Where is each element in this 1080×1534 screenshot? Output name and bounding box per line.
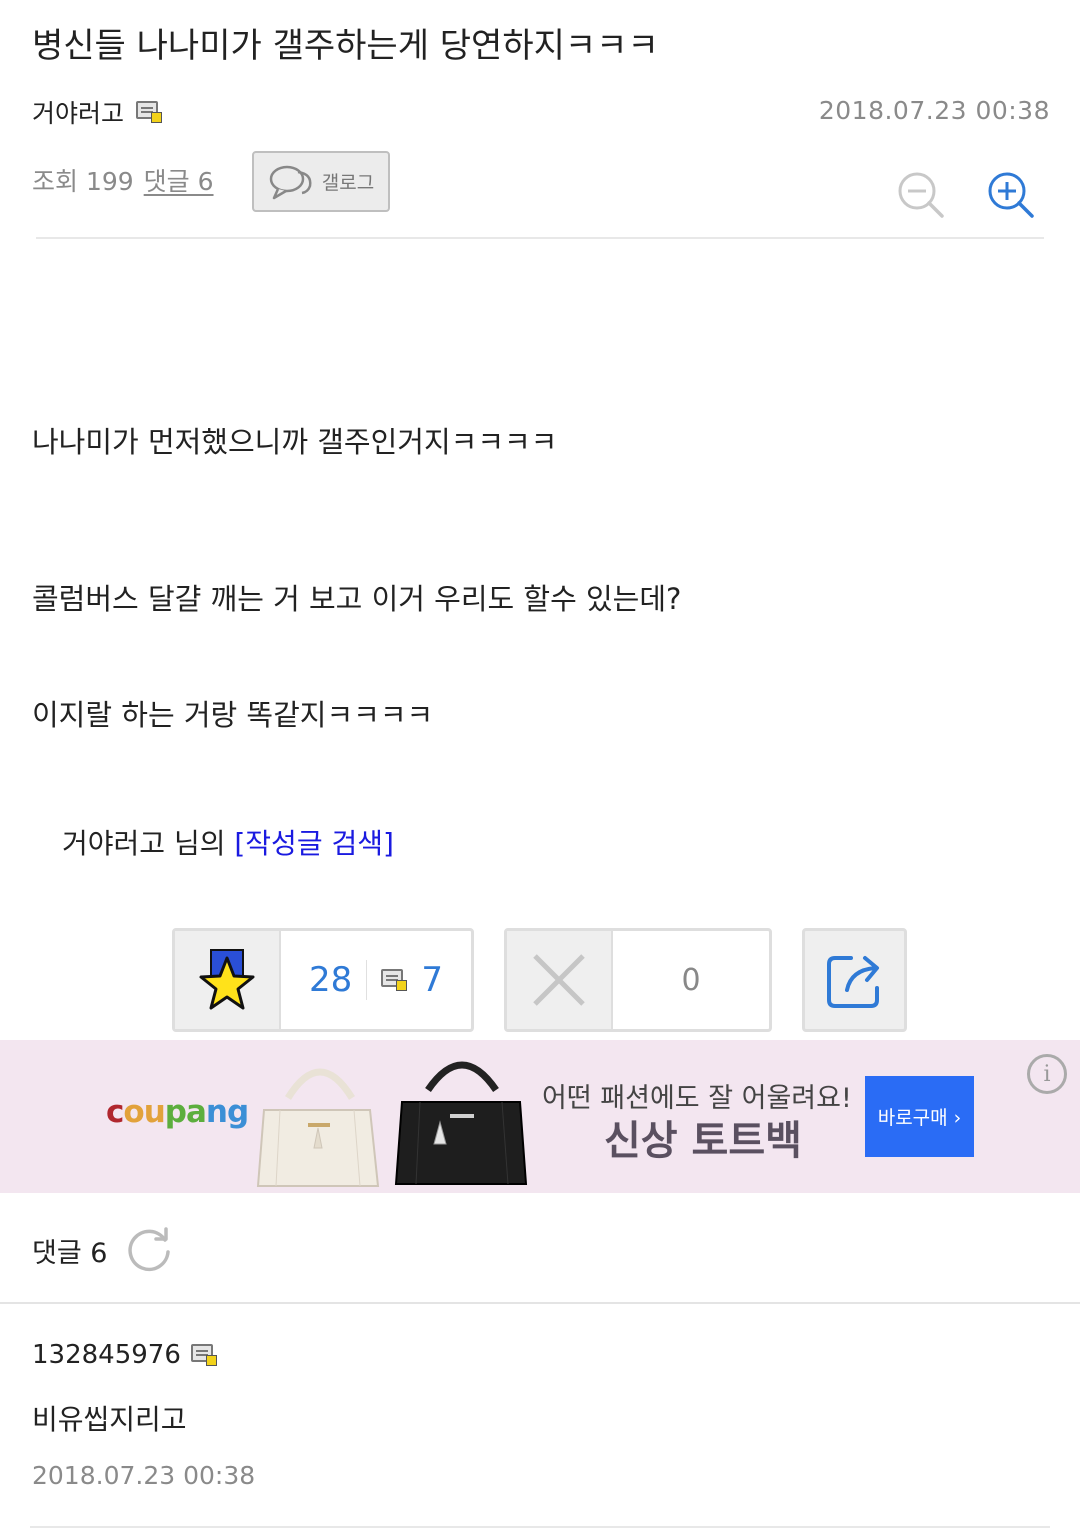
- zoom-out-icon: [898, 172, 944, 218]
- zoom-in-button[interactable]: [986, 170, 1036, 220]
- header-divider: [36, 237, 1044, 239]
- post-date: 2018.07.23 00:38: [818, 96, 1050, 125]
- view-count: 조회 199: [32, 167, 134, 196]
- comment-header: 댓글 6: [32, 1226, 173, 1274]
- ad-banner[interactable]: coupang 어떤 패션에도 잘 어울려요! 신상 토트백 바로구매 › i: [0, 1040, 1080, 1193]
- post-body-paragraph: 나나미가 먼저했으니까 갤주인거지ㅋㅋㅋㅋ: [32, 425, 558, 459]
- gallery-user-icon: [136, 101, 163, 123]
- comment-text: 비유씹지리고: [32, 1403, 187, 1436]
- post-title: 병신들 나나미가 갤주하는게 당연하지ㅋㅋㅋ: [32, 26, 659, 66]
- author-name[interactable]: 거야러고: [32, 94, 124, 130]
- nonrecommend-button[interactable]: [507, 931, 613, 1029]
- search-posts-link[interactable]: [작성글 검색]: [234, 827, 394, 860]
- comment-count-link[interactable]: 댓글 6: [144, 162, 214, 198]
- gallog-button[interactable]: 갤로그: [252, 151, 390, 212]
- speech-bubble-icon: [269, 165, 312, 199]
- recommend-box: 28 7: [172, 928, 474, 1032]
- buy-now-button[interactable]: 바로구매 ›: [865, 1076, 974, 1157]
- gallery-user-icon: [190, 1344, 217, 1366]
- comment-author[interactable]: 132845976: [32, 1340, 217, 1370]
- star-recommend-icon: [199, 949, 255, 1010]
- gallog-label: 갤로그: [321, 172, 375, 194]
- post-body-paragraph: 콜럼버스 달걀 깨는 거 보고 이거 우리도 할수 있는데?: [32, 582, 682, 616]
- handbag-images: [256, 1061, 528, 1187]
- recommend-button[interactable]: [175, 931, 281, 1029]
- coupang-logo: coupang: [106, 1094, 249, 1130]
- recommend-count: 28: [309, 960, 353, 1000]
- share-button[interactable]: [802, 928, 907, 1032]
- info-icon[interactable]: i: [1027, 1054, 1067, 1094]
- comment-count: 댓글 6: [32, 1237, 108, 1269]
- fixed-recommend-count: 7: [421, 960, 443, 1000]
- gallery-user-icon: [381, 969, 408, 991]
- post-author[interactable]: 거야러고: [32, 94, 163, 130]
- nonrecommend-box: 0: [504, 928, 772, 1032]
- comment-author-name[interactable]: 132845976: [32, 1340, 181, 1370]
- post-stats: 조회 199 댓글 6: [32, 162, 214, 198]
- count-separator: [366, 960, 368, 1000]
- comment-date: 2018.07.23 00:38: [32, 1461, 256, 1490]
- recommend-counts: 28 7: [281, 931, 471, 1029]
- comment-divider: [0, 1302, 1080, 1304]
- zoom-out-button[interactable]: [896, 170, 946, 220]
- share-icon: [826, 956, 879, 1008]
- comment-item-divider: [30, 1526, 1050, 1528]
- search-prefix: 거야러고 님의: [62, 827, 235, 860]
- post-body-paragraph: 이지랄 하는 거랑 똑같지ㅋㅋㅋㅋ: [32, 698, 434, 732]
- zoom-in-icon: [988, 172, 1034, 218]
- refresh-icon[interactable]: [125, 1226, 173, 1274]
- nonrecommend-count: 0: [681, 962, 701, 998]
- ad-product-name: 신상 토트백: [604, 1118, 802, 1164]
- author-post-search: 거야러고 님의 [작성글 검색]: [62, 822, 394, 862]
- x-nonrecommend-icon: [533, 954, 585, 1006]
